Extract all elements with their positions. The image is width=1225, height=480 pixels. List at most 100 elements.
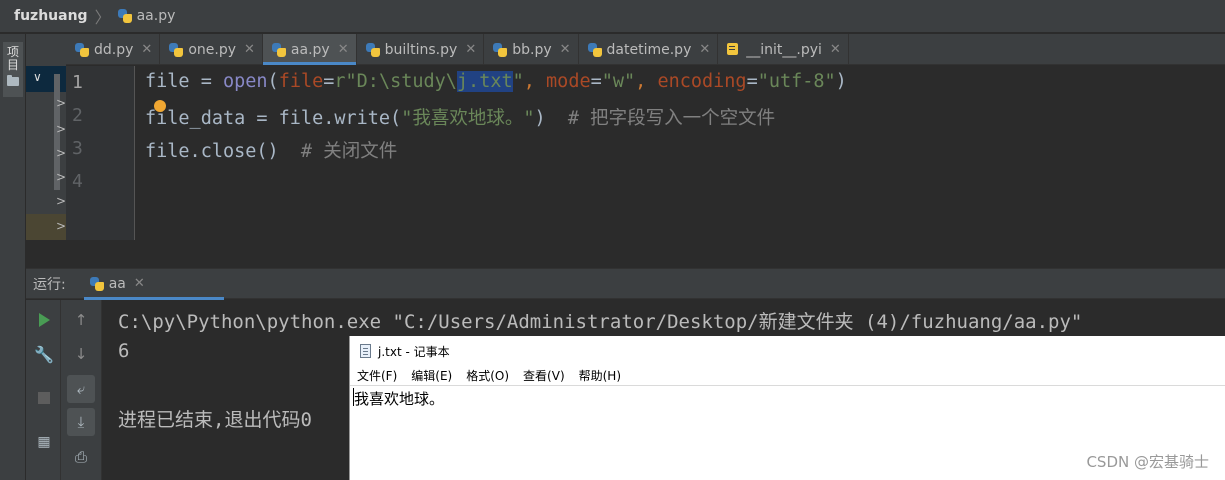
left-tool-strip: 项目 xyxy=(0,34,26,480)
code-line-2[interactable]: file_data = file.write("我喜欢地球。") # 把字段写入… xyxy=(145,104,775,130)
breadcrumb-separator-icon: 〉 xyxy=(94,8,111,27)
tab-label: aa.py xyxy=(290,41,330,58)
stop-icon xyxy=(38,392,50,404)
tab-label: datetime.py xyxy=(606,41,692,58)
close-icon[interactable]: ✕ xyxy=(699,42,710,57)
menu-view[interactable]: 查看(V) xyxy=(523,367,565,384)
wrap-icon: ⤶ xyxy=(76,380,86,398)
tree-expand-icon[interactable]: > xyxy=(56,219,66,233)
project-tool-tab[interactable]: 项目 xyxy=(3,42,23,97)
lightbulb-icon[interactable] xyxy=(154,100,166,112)
run-toolbar-primary: 🔧 ▦ xyxy=(26,300,61,480)
code-token: , xyxy=(523,71,547,92)
chevron-down-icon[interactable]: ∨ xyxy=(33,70,42,84)
python-stub-icon xyxy=(727,42,741,57)
code-comment: # 把字段写入一个空文件 xyxy=(545,108,776,129)
tree-selected-row[interactable] xyxy=(26,66,66,92)
menu-format[interactable]: 格式(O) xyxy=(466,367,509,384)
menu-file[interactable]: 文件(F) xyxy=(357,367,397,384)
code-token: file xyxy=(278,71,324,92)
scroll-end-icon: ⤓ xyxy=(77,413,85,431)
breadcrumb-project[interactable]: fuzhuang xyxy=(14,8,88,24)
console-line-exit: 进程已结束,退出代码0 xyxy=(118,409,312,431)
python-file-icon xyxy=(117,9,132,23)
tree-expand-icon[interactable]: > xyxy=(56,170,66,184)
notepad-icon xyxy=(360,344,371,358)
stop-button[interactable] xyxy=(32,386,56,410)
notepad-window: j.txt - 记事本 文件(F) 编辑(E) 格式(O) 查看(V) 帮助(H… xyxy=(349,336,1225,480)
tab-init-pyi[interactable]: __init__.pyi ✕ xyxy=(718,34,849,65)
line-number: 3 xyxy=(72,138,83,159)
scroll-up-button[interactable]: ↑ xyxy=(69,308,93,332)
run-tab-aa[interactable]: aa ✕ xyxy=(83,269,224,300)
code-line-1[interactable]: file = open(file=r"D:\study\j.txt", mode… xyxy=(145,71,847,92)
python-file-icon xyxy=(75,42,89,57)
wrench-icon: 🔧 xyxy=(34,344,54,364)
tab-label: builtins.py xyxy=(384,41,458,58)
breadcrumb: fuzhuang 〉 aa.py xyxy=(0,0,1225,33)
close-icon[interactable]: ✕ xyxy=(141,42,152,57)
settings-button[interactable]: 🔧 xyxy=(32,342,56,366)
arrow-up-icon: ↑ xyxy=(74,311,88,329)
breadcrumb-file[interactable]: aa.py xyxy=(117,8,175,24)
tab-one-py[interactable]: one.py ✕ xyxy=(160,34,263,65)
code-token: "w" xyxy=(601,71,636,92)
tree-expand-icon[interactable]: > xyxy=(56,122,66,136)
console-line-command: C:\py\Python\python.exe "C:/Users/Admini… xyxy=(118,311,1083,333)
scroll-to-end-button[interactable]: ⤓ xyxy=(67,408,95,436)
tree-expand-icon[interactable]: > xyxy=(56,146,66,160)
menu-edit[interactable]: 编辑(E) xyxy=(411,367,452,384)
close-icon[interactable]: ✕ xyxy=(465,42,476,57)
code-comment: # 关闭文件 xyxy=(278,141,398,162)
python-file-icon xyxy=(89,276,104,291)
tab-datetime-py[interactable]: datetime.py ✕ xyxy=(579,34,719,65)
close-icon[interactable]: ✕ xyxy=(830,42,841,57)
run-tab-label: aa xyxy=(108,275,126,292)
close-icon[interactable]: ✕ xyxy=(134,276,145,291)
code-token: = xyxy=(590,71,602,92)
soft-wrap-button[interactable]: ⤶ xyxy=(67,375,95,403)
editor-tab-bar: dd.py ✕ one.py ✕ aa.py ✕ builtins.py ✕ b… xyxy=(66,34,1225,65)
tree-expand-icon[interactable]: > xyxy=(56,96,66,110)
code-token: " xyxy=(512,71,524,92)
menu-help[interactable]: 帮助(H) xyxy=(579,367,621,384)
watermark: CSDN @宏基骑士 xyxy=(1086,453,1209,471)
layout-button[interactable]: ▦ xyxy=(32,430,56,454)
tab-bb-py[interactable]: bb.py ✕ xyxy=(484,34,579,65)
close-icon[interactable]: ✕ xyxy=(244,42,255,57)
rerun-button[interactable] xyxy=(32,308,56,332)
tab-builtins-py[interactable]: builtins.py ✕ xyxy=(357,34,485,65)
print-button[interactable]: ⎙ xyxy=(69,445,93,469)
project-panel: ∨ > > > > > > xyxy=(26,34,66,240)
tab-label: __init__.pyi xyxy=(746,41,822,58)
python-file-icon xyxy=(169,42,184,57)
tree-expand-icon[interactable]: > xyxy=(56,194,66,208)
code-line-3[interactable]: file.close() # 关闭文件 xyxy=(145,137,397,163)
code-token: = xyxy=(746,71,758,92)
code-token: "我喜欢地球。" xyxy=(401,108,535,129)
console-line-output: 6 xyxy=(118,340,130,362)
folder-icon xyxy=(7,75,19,86)
tab-label: dd.py xyxy=(94,41,134,58)
code-token: encoding xyxy=(657,71,747,92)
code-token: ) xyxy=(534,108,546,129)
notepad-menubar: 文件(F) 编辑(E) 格式(O) 查看(V) 帮助(H) xyxy=(350,366,1225,386)
code-token: r"D:\study\ xyxy=(334,71,457,92)
notepad-content[interactable]: 我喜欢地球。 xyxy=(354,388,444,409)
tab-label: bb.py xyxy=(512,41,552,58)
close-icon[interactable]: ✕ xyxy=(338,42,349,57)
scroll-down-button[interactable]: ↓ xyxy=(69,342,93,366)
play-icon xyxy=(38,313,50,327)
tab-aa-py[interactable]: aa.py ✕ xyxy=(262,34,357,65)
code-token: file xyxy=(145,71,190,92)
notepad-titlebar[interactable]: j.txt - 记事本 xyxy=(350,336,1225,366)
close-icon[interactable]: ✕ xyxy=(560,42,571,57)
python-file-icon xyxy=(365,42,380,57)
python-file-icon xyxy=(271,42,286,57)
tab-dd-py[interactable]: dd.py ✕ xyxy=(66,34,161,65)
code-token: "utf-8" xyxy=(757,71,836,92)
run-label: 运行: xyxy=(33,276,66,293)
notepad-title: j.txt - 记事本 xyxy=(378,344,450,359)
code-token: = xyxy=(323,71,335,92)
python-file-icon xyxy=(493,42,508,57)
